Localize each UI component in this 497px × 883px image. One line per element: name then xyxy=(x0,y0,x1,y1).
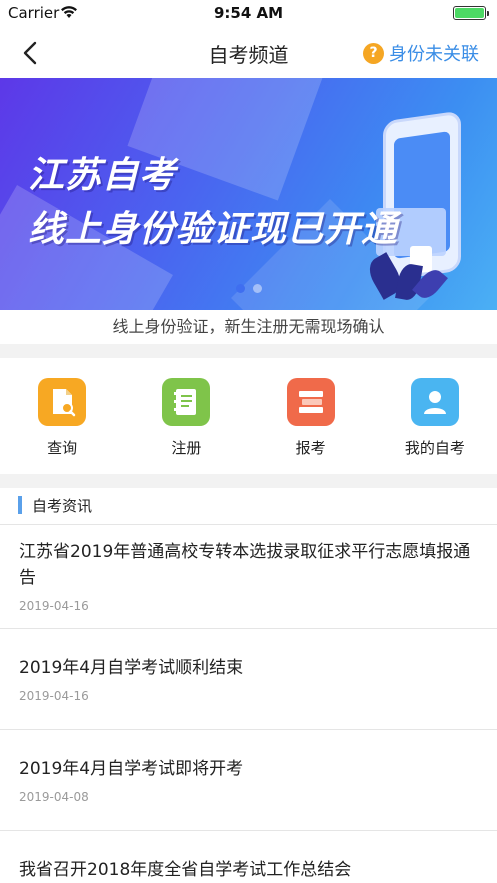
user-icon xyxy=(410,378,459,426)
identity-status-label: 身份未关联 xyxy=(389,44,479,65)
action-label: 查询 xyxy=(47,439,78,457)
notebook-icon xyxy=(162,378,211,426)
action-label: 报考 xyxy=(295,439,326,457)
question-circle-icon: ? xyxy=(363,42,384,64)
news-item[interactable]: 我省召开2018年度全省自学考试工作总结会 xyxy=(0,831,497,883)
news-list: 江苏省2019年普通高校专转本选拔录取征求平行志愿填报通告 2019-04-16… xyxy=(0,525,497,883)
action-label: 注册 xyxy=(171,439,202,457)
news-date: 2019-04-16 xyxy=(19,689,89,703)
divider xyxy=(0,474,497,488)
carousel-dot[interactable] xyxy=(252,284,262,293)
action-my-exams-button[interactable]: 我的自考 xyxy=(373,358,497,474)
action-query-button[interactable]: 查询 xyxy=(0,358,124,474)
identity-status-button[interactable]: ? 身份未关联 xyxy=(363,40,479,66)
carousel-indicator xyxy=(0,284,497,293)
books-icon xyxy=(286,378,335,426)
news-section-header: 自考资讯 xyxy=(0,488,497,525)
news-item[interactable]: 2019年4月自学考试顺利结束 2019-04-16 xyxy=(0,629,497,730)
banner-headline: 江苏自考 xyxy=(28,155,177,196)
divider xyxy=(0,344,497,358)
action-register-button[interactable]: 注册 xyxy=(124,358,248,474)
promo-banner[interactable]: 江苏自考 线上身份验证现已开通 xyxy=(0,78,497,310)
nav-bar: 自考频道 ? 身份未关联 xyxy=(0,26,497,78)
quick-actions: 查询 注册 报考 我的自考 xyxy=(0,358,497,474)
action-apply-button[interactable]: 报考 xyxy=(249,358,373,474)
section-accent-bar xyxy=(18,496,22,514)
action-label: 我的自考 xyxy=(404,439,465,457)
news-headline: 2019年4月自学考试顺利结束 xyxy=(19,658,244,678)
news-headline: 我省召开2018年度全省自学考试工作总结会 xyxy=(19,860,352,880)
banner-subheadline: 线上身份验证现已开通 xyxy=(28,209,399,250)
news-headline: 江苏省2019年普通高校专转本选拔录取征求平行志愿填报通告 xyxy=(19,542,471,588)
news-headline: 2019年4月自学考试即将开考 xyxy=(19,759,244,779)
news-date: 2019-04-08 xyxy=(19,790,89,804)
news-date: 2019-04-16 xyxy=(19,599,89,613)
section-title: 自考资讯 xyxy=(32,497,93,515)
clock: 9:54 AM xyxy=(213,4,284,22)
news-item[interactable]: 2019年4月自学考试即将开考 2019-04-08 xyxy=(0,730,497,831)
news-item[interactable]: 江苏省2019年普通高校专转本选拔录取征求平行志愿填报通告 2019-04-16 xyxy=(0,525,497,629)
banner-caption: 线上身份验证，新生注册无需现场确认 xyxy=(0,310,497,344)
battery-icon xyxy=(453,6,489,20)
search-document-icon xyxy=(38,378,87,426)
status-bar: Carrier 9:54 AM xyxy=(0,0,497,26)
carousel-dot[interactable] xyxy=(235,284,245,293)
